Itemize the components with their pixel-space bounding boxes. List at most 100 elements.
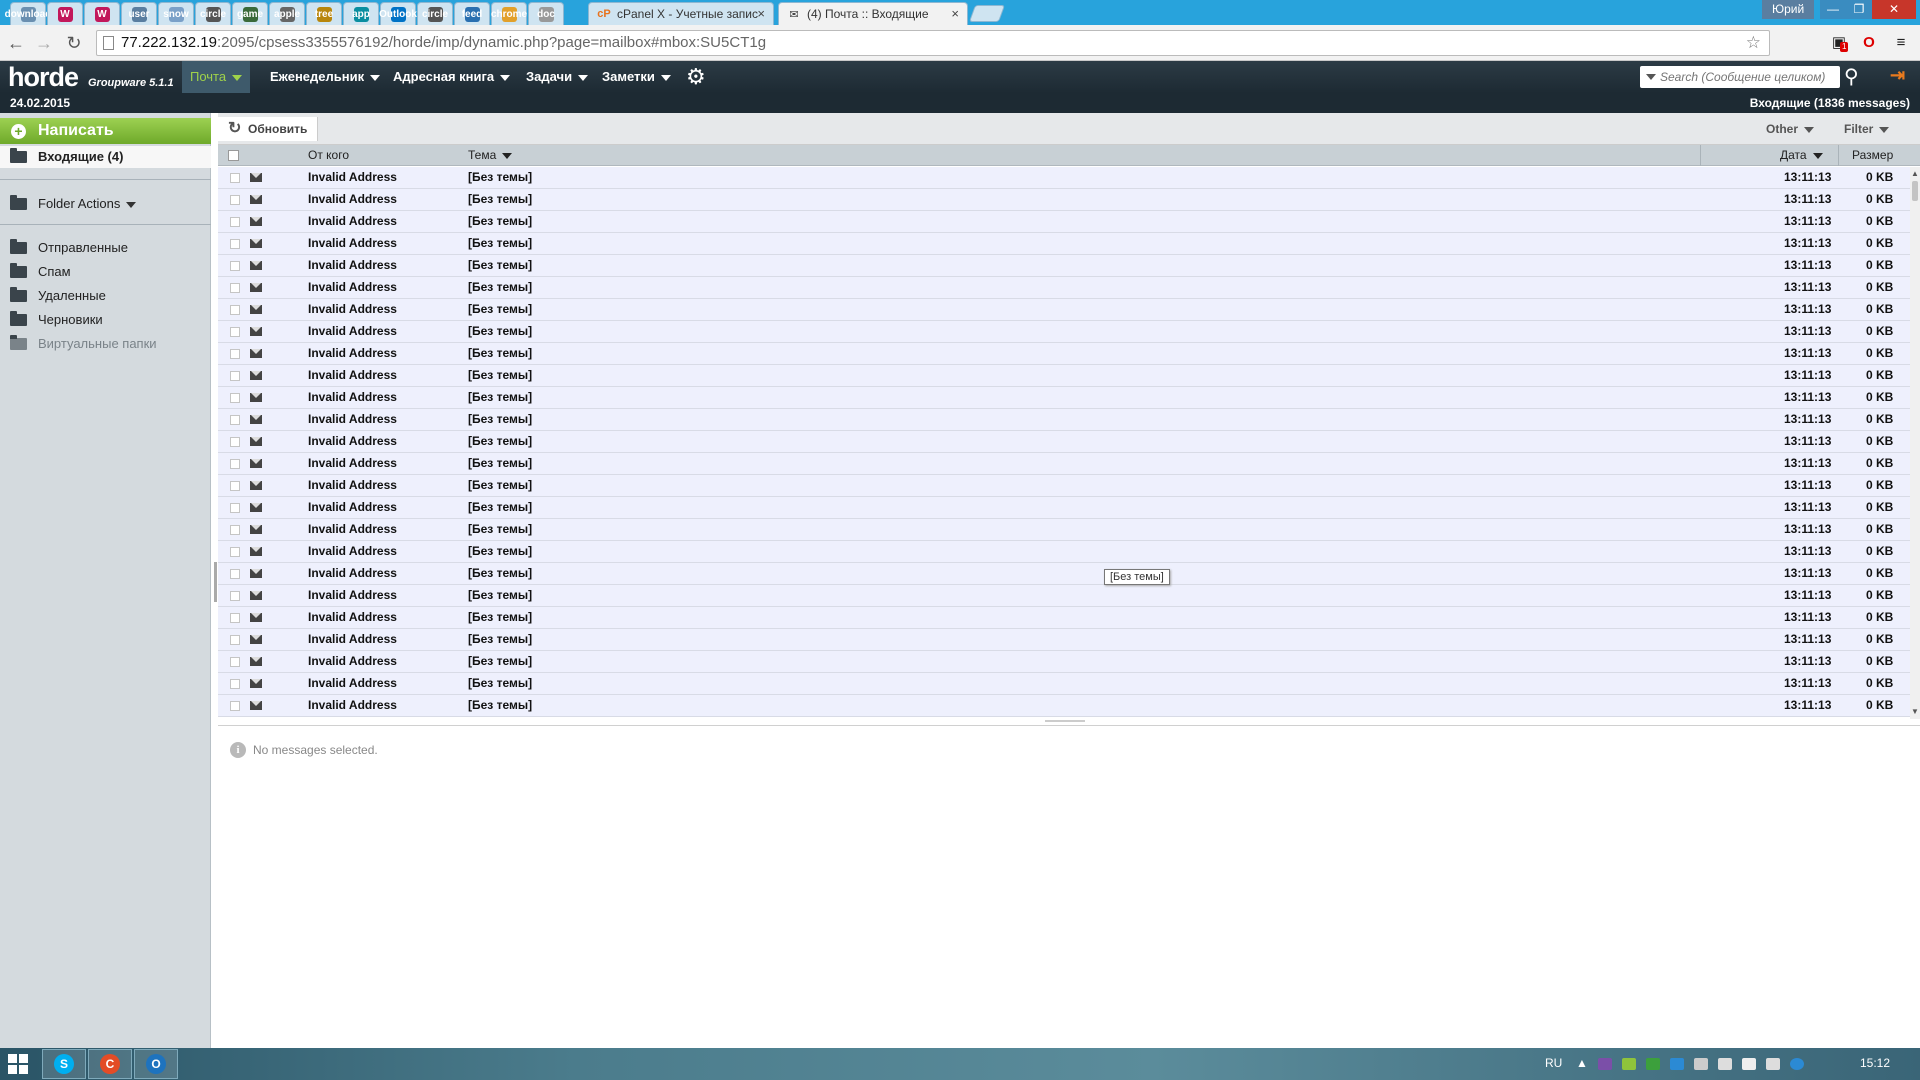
row-checkbox[interactable] xyxy=(230,657,240,667)
message-row[interactable]: Invalid Address [Без темы] 13:11:13 0 KB xyxy=(218,255,1910,277)
clock[interactable]: 15:12 xyxy=(1860,1056,1890,1070)
row-checkbox[interactable] xyxy=(230,613,240,623)
row-checkbox[interactable] xyxy=(230,195,240,205)
pinned-tab[interactable]: tree xyxy=(306,2,342,25)
menu-tasks[interactable]: Задачи xyxy=(518,61,596,93)
row-checkbox[interactable] xyxy=(230,217,240,227)
folder-drafts[interactable]: Черновики xyxy=(0,309,211,331)
taskbar-chrome[interactable]: C xyxy=(88,1049,132,1079)
preview-resize-handle[interactable] xyxy=(1045,720,1085,722)
message-row[interactable]: Invalid Address [Без темы] 13:11:13 0 KB xyxy=(218,475,1910,497)
extension-icon[interactable]: ▣ 1 xyxy=(1828,32,1850,54)
tray-app-icon[interactable] xyxy=(1646,1058,1660,1070)
message-row[interactable]: Invalid Address [Без темы] 13:11:13 0 KB xyxy=(218,607,1910,629)
message-row[interactable]: Invalid Address [Без темы] 13:11:13 0 KB xyxy=(218,519,1910,541)
row-checkbox[interactable] xyxy=(230,239,240,249)
row-checkbox[interactable] xyxy=(230,261,240,271)
pinned-tab[interactable]: Outlook xyxy=(379,2,417,25)
scroll-up-icon[interactable]: ▲ xyxy=(1910,169,1920,179)
forward-arrow-icon[interactable]: → xyxy=(32,31,56,55)
tab-mail-inbox[interactable]: ✉ (4) Почта :: Входящие × xyxy=(778,2,968,25)
row-checkbox[interactable] xyxy=(230,371,240,381)
horde-logo[interactable]: horde xyxy=(8,62,79,93)
row-checkbox[interactable] xyxy=(230,349,240,359)
logout-icon[interactable]: ⇥ xyxy=(1890,65,1908,85)
message-row[interactable]: Invalid Address [Без темы] 13:11:13 0 KB xyxy=(218,497,1910,519)
new-tab-button[interactable] xyxy=(968,5,1006,22)
profile-button[interactable]: Юрий xyxy=(1762,0,1815,19)
pinned-tab[interactable]: doc xyxy=(528,2,564,25)
bookmark-star-icon[interactable]: ☆ xyxy=(1746,31,1761,55)
select-all-checkbox[interactable] xyxy=(228,150,239,161)
scroll-thumb[interactable] xyxy=(1912,181,1918,201)
maximize-button[interactable]: ❐ xyxy=(1846,0,1872,19)
network-icon[interactable] xyxy=(1694,1058,1708,1070)
message-row[interactable]: Invalid Address [Без темы] 13:11:13 0 KB xyxy=(218,321,1910,343)
row-checkbox[interactable] xyxy=(230,591,240,601)
refresh-button[interactable]: ↻ Обновить xyxy=(218,117,319,141)
language-indicator[interactable]: RU xyxy=(1545,1056,1562,1070)
pinned-tab[interactable]: W xyxy=(84,2,120,25)
message-row[interactable]: Invalid Address [Без темы] 13:11:13 0 KB xyxy=(218,629,1910,651)
row-checkbox[interactable] xyxy=(230,173,240,183)
taskbar-skype[interactable]: S xyxy=(42,1049,86,1079)
menu-mail[interactable]: Почта xyxy=(182,61,251,93)
pinned-tab[interactable]: circle xyxy=(195,2,231,25)
message-row[interactable]: Invalid Address [Без темы] 13:11:13 0 KB xyxy=(218,299,1910,321)
folder-trash[interactable]: Удаленные xyxy=(0,285,211,307)
pinned-tab[interactable]: W xyxy=(47,2,83,25)
pinned-tab[interactable]: user xyxy=(121,2,157,25)
row-checkbox[interactable] xyxy=(230,459,240,469)
message-row[interactable]: Invalid Address [Без темы] 13:11:13 0 KB xyxy=(218,167,1910,189)
menu-calendar[interactable]: Еженедельник xyxy=(262,61,388,93)
window-close-button[interactable]: ✕ xyxy=(1872,0,1916,19)
message-row[interactable]: Invalid Address [Без темы] 13:11:13 0 KB xyxy=(218,233,1910,255)
viber-icon[interactable] xyxy=(1598,1058,1612,1070)
column-date[interactable]: Дата xyxy=(1780,145,1823,166)
message-row[interactable]: Invalid Address [Без темы] 13:11:13 0 KB xyxy=(218,409,1910,431)
search-box[interactable] xyxy=(1640,66,1840,88)
message-row[interactable]: Invalid Address [Без темы] 13:11:13 0 KB xyxy=(218,431,1910,453)
message-row[interactable]: Invalid Address [Без темы] 13:11:13 0 KB xyxy=(218,211,1910,233)
tray-app-icon[interactable] xyxy=(1670,1058,1684,1070)
pinned-tab[interactable]: feed xyxy=(454,2,490,25)
row-checkbox[interactable] xyxy=(230,305,240,315)
pinned-tab[interactable]: snow xyxy=(158,2,194,25)
message-row[interactable]: Invalid Address [Без темы] 13:11:13 0 KB xyxy=(218,651,1910,673)
flag-icon[interactable] xyxy=(1742,1058,1756,1070)
pinned-tab[interactable]: app xyxy=(343,2,379,25)
close-icon[interactable]: × xyxy=(951,6,959,21)
tray-app-icon[interactable] xyxy=(1790,1058,1804,1070)
opera-icon[interactable]: O xyxy=(1858,32,1880,54)
pinned-tab[interactable]: circle xyxy=(417,2,453,25)
folder-spam[interactable]: Спам xyxy=(0,261,211,283)
message-row[interactable]: Invalid Address [Без темы] 13:11:13 0 KB xyxy=(218,585,1910,607)
menu-notes[interactable]: Заметки xyxy=(594,61,679,93)
minimize-button[interactable]: — xyxy=(1820,0,1846,19)
message-row[interactable]: Invalid Address [Без темы] 13:11:13 0 KB xyxy=(218,387,1910,409)
column-from[interactable]: От кого xyxy=(308,145,349,166)
volume-icon[interactable] xyxy=(1718,1058,1732,1070)
row-checkbox[interactable] xyxy=(230,569,240,579)
folder-sent[interactable]: Отправленные xyxy=(0,237,211,259)
row-checkbox[interactable] xyxy=(230,525,240,535)
back-arrow-icon[interactable]: ← xyxy=(4,31,28,55)
compose-button[interactable]: + Написать xyxy=(0,118,211,144)
folder-actions[interactable]: Folder Actions xyxy=(0,193,211,215)
row-checkbox[interactable] xyxy=(230,635,240,645)
list-scrollbar[interactable]: ▲ ▼ xyxy=(1910,167,1920,719)
battery-icon[interactable] xyxy=(1766,1058,1780,1070)
message-row[interactable]: Invalid Address [Без темы] 13:11:13 0 KB xyxy=(218,563,1910,585)
tab-cpanel[interactable]: cP cPanel X - Учетные запис × xyxy=(588,2,774,25)
column-subject[interactable]: Тема xyxy=(468,145,513,166)
menu-addressbook[interactable]: Адресная книга xyxy=(385,61,518,93)
message-row[interactable]: Invalid Address [Без темы] 13:11:13 0 KB xyxy=(218,453,1910,475)
message-row[interactable]: Invalid Address [Без темы] 13:11:13 0 KB xyxy=(218,189,1910,211)
row-checkbox[interactable] xyxy=(230,283,240,293)
other-menu[interactable]: Other xyxy=(1766,113,1815,145)
pinned-tab[interactable]: apple xyxy=(269,2,305,25)
tray-expand-icon[interactable]: ▲ xyxy=(1576,1056,1588,1070)
pinned-tab[interactable]: game xyxy=(232,2,268,25)
row-checkbox[interactable] xyxy=(230,679,240,689)
row-checkbox[interactable] xyxy=(230,547,240,557)
